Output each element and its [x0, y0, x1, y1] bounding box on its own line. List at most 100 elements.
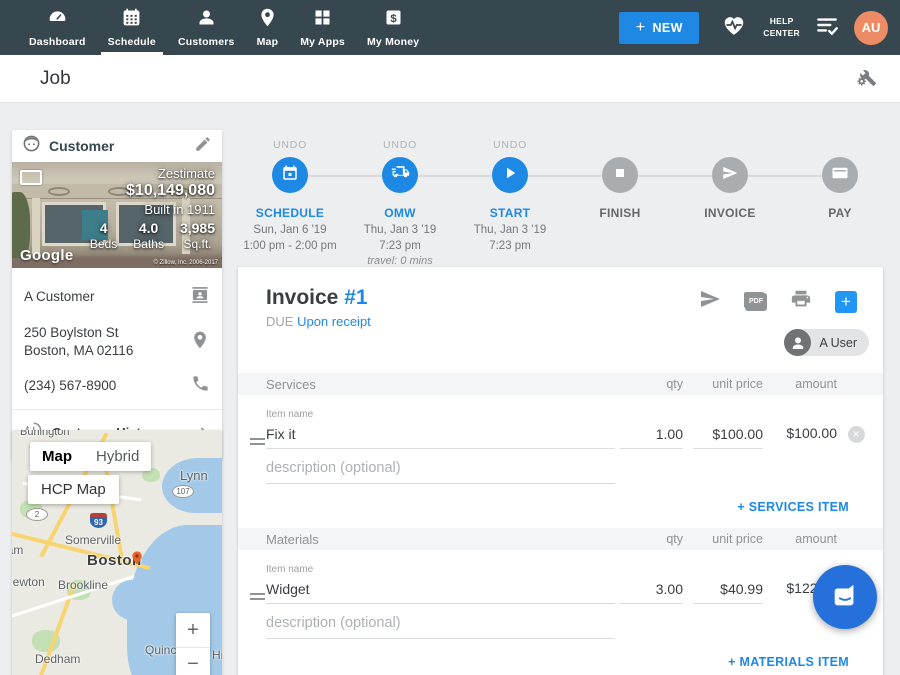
svg-text:$: $	[390, 13, 397, 25]
zoom-in-button[interactable]: +	[176, 613, 210, 647]
step-label: OMW	[384, 206, 416, 220]
undo-link[interactable]: UNDO	[493, 139, 527, 153]
assigned-user-chip[interactable]: A User	[784, 329, 869, 356]
undo-link[interactable]: UNDO	[383, 139, 417, 153]
user-silhouette-icon	[784, 329, 811, 356]
photo-copyright: © Zillow, Inc. 2006-2017	[154, 260, 218, 266]
user-avatar[interactable]: AU	[854, 11, 888, 45]
map-type-buttons: Map Hybrid	[30, 442, 151, 471]
location-pin-icon[interactable]	[190, 330, 210, 355]
zestimate-label: Zestimate	[90, 166, 215, 181]
invoice-title: Invoice #1	[266, 286, 368, 310]
contact-card-icon[interactable]	[190, 285, 210, 310]
new-button[interactable]: + NEW	[619, 12, 699, 44]
page-header: Job	[0, 55, 900, 103]
map-button[interactable]: Map	[30, 442, 84, 471]
zoom-out-button[interactable]: −	[176, 647, 210, 675]
start-step-button[interactable]	[492, 157, 528, 193]
stat-beds: 4Beds	[90, 220, 117, 251]
unit-price-cell	[683, 575, 763, 604]
item-name-input[interactable]	[266, 420, 615, 449]
timeline-step-start: UNDO START Thu, Jan 3 '197:23 pm	[455, 139, 565, 270]
map-label-lynn: Lynn	[180, 468, 208, 483]
unit-price-cell	[683, 420, 763, 449]
nav-label: My Apps	[300, 36, 345, 48]
qty-input[interactable]	[620, 575, 683, 604]
qty-header: qty	[615, 377, 683, 391]
map-card[interactable]: Burlington Lynn 107 2 93 Somerville ham …	[12, 430, 222, 675]
customer-name-row: A Customer	[24, 278, 210, 317]
qty-cell	[615, 575, 683, 604]
timeline-step-pay: PAY	[785, 139, 895, 270]
map-icon	[257, 7, 278, 36]
photo-column	[32, 198, 40, 254]
customer-card-header: Customer	[12, 130, 222, 162]
pdf-icon[interactable]: PDF	[745, 293, 767, 311]
nav-item-dashboard[interactable]: Dashboard	[18, 0, 97, 55]
card-icon	[831, 164, 849, 187]
chat-bubble-icon	[830, 580, 860, 615]
health-heart-icon[interactable]	[721, 12, 747, 43]
main-content: Customer Zestimate $10,149,080 Built in …	[0, 103, 900, 675]
help-center-link[interactable]: HELP CENTER	[763, 16, 800, 38]
invoice-step-button[interactable]	[712, 157, 748, 193]
item-name-input[interactable]	[266, 575, 615, 604]
print-icon[interactable]	[790, 288, 812, 315]
unit-price-header: unit price	[683, 377, 763, 391]
step-date: Thu, Jan 3 '197:23 pm	[474, 223, 547, 254]
pay-step-button[interactable]	[822, 157, 858, 193]
timeline-step-finish: FINISH	[565, 139, 675, 270]
nav-item-my-apps[interactable]: My Apps	[289, 0, 356, 55]
nav-item-my-money[interactable]: $ My Money	[356, 0, 430, 55]
timeline-step-invoice: INVOICE	[675, 139, 785, 270]
unit-price-input[interactable]	[693, 575, 763, 604]
add-invoice-icon[interactable]: +	[835, 291, 857, 313]
my-money-icon: $	[383, 7, 404, 36]
remove-item-icon[interactable]: ×	[848, 426, 865, 443]
main-nav: Dashboard Schedule Customers Map My Apps…	[0, 0, 430, 55]
map-marker-pin[interactable]	[129, 550, 145, 571]
map-water	[112, 580, 152, 620]
description-cell	[266, 453, 615, 484]
drag-handle-icon[interactable]	[250, 590, 265, 603]
street-view-photo[interactable]: Zestimate $10,149,080 Built in 1911 4Bed…	[12, 162, 222, 268]
finish-step-button[interactable]	[602, 157, 638, 193]
checklist-icon[interactable]	[814, 12, 840, 43]
add-services-item-link[interactable]: + SERVICES ITEM	[238, 484, 883, 528]
dashboard-icon	[47, 7, 68, 36]
unit-price-input[interactable]	[693, 420, 763, 449]
schedule-step-button[interactable]	[272, 157, 308, 193]
due-value-link[interactable]: Upon receipt	[297, 314, 371, 329]
hybrid-button[interactable]: Hybrid	[84, 442, 151, 471]
help-center-line1: HELP	[763, 16, 800, 27]
add-materials-item-link[interactable]: + MATERIALS ITEM	[238, 639, 883, 675]
street-view-expand-icon[interactable]	[20, 170, 42, 185]
drag-handle-icon[interactable]	[250, 435, 265, 448]
nav-item-schedule[interactable]: Schedule	[97, 0, 167, 55]
send-invoice-icon[interactable]	[698, 287, 722, 316]
i93-shield: 93	[90, 513, 107, 528]
item-name-label: Item name	[266, 564, 615, 575]
invoice-card: Invoice #1 DUE Upon receipt PDF + A User…	[238, 267, 883, 675]
nav-label: Customers	[178, 36, 235, 48]
map-zoom-control: + −	[176, 613, 210, 675]
chat-fab-button[interactable]	[813, 565, 877, 629]
job-timeline: UNDO SCHEDULE Sun, Jan 6 '191:00 pm - 2:…	[235, 139, 895, 270]
assigned-user-name: A User	[811, 336, 869, 350]
qty-input[interactable]	[620, 420, 683, 449]
description-input[interactable]	[266, 608, 615, 639]
nav-item-customers[interactable]: Customers	[167, 0, 246, 55]
step-label: INVOICE	[704, 206, 755, 220]
map-label-somerville: Somerville	[65, 533, 121, 547]
nav-item-map[interactable]: Map	[246, 0, 290, 55]
undo-link[interactable]: UNDO	[273, 139, 307, 153]
hcp-map-button[interactable]: HCP Map	[28, 475, 119, 504]
omw-step-button[interactable]	[382, 157, 418, 193]
my-apps-icon	[312, 7, 333, 36]
plus-icon: +	[636, 19, 646, 37]
nav-label: Map	[257, 36, 279, 48]
phone-icon[interactable]	[191, 374, 210, 398]
edit-pencil-icon[interactable]	[194, 135, 212, 158]
job-tools-icon[interactable]	[855, 65, 878, 93]
description-input[interactable]	[266, 453, 615, 484]
